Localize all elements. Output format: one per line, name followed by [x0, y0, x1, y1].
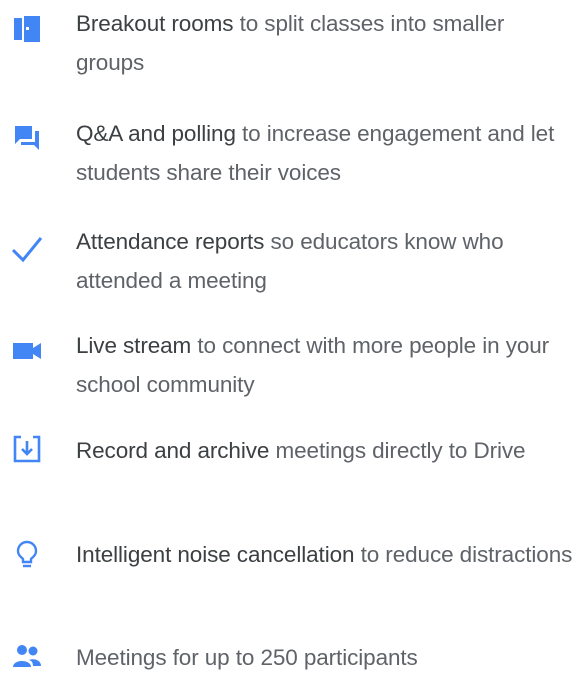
- feature-text: Q&A and polling to increase engagement a…: [76, 114, 576, 192]
- door-icon: [12, 14, 42, 44]
- feature-text: Record and archive meetings directly to …: [76, 431, 576, 470]
- chat-icon: [12, 123, 42, 153]
- lightbulb-icon: [12, 539, 42, 569]
- feature-text: Intelligent noise cancellation to reduce…: [76, 535, 576, 574]
- feature-text: Meetings for up to 250 participants: [76, 638, 576, 677]
- feature-title: Attendance reports: [76, 229, 265, 254]
- feature-text: Live stream to connect with more people …: [76, 326, 576, 404]
- feature-title: Q&A and polling: [76, 121, 236, 146]
- feature-title: Intelligent noise cancellation: [76, 542, 355, 567]
- feature-text: Attendance reports so educators know who…: [76, 222, 576, 300]
- checkmark-icon: [12, 233, 42, 263]
- feature-description: to reduce distractions: [360, 542, 573, 567]
- feature-description: Meetings for up to 250 participants: [76, 645, 418, 670]
- download-icon: [12, 434, 42, 464]
- feature-list: Breakout rooms to split classes into sma…: [0, 0, 585, 676]
- feature-description: meetings directly to Drive: [275, 438, 526, 463]
- feature-title: Breakout rooms: [76, 11, 234, 36]
- people-icon: [12, 642, 42, 672]
- video-camera-icon: [12, 335, 42, 365]
- feature-title: Live stream: [76, 333, 192, 358]
- feature-text: Breakout rooms to split classes into sma…: [76, 4, 576, 82]
- feature-title: Record and archive: [76, 438, 270, 463]
